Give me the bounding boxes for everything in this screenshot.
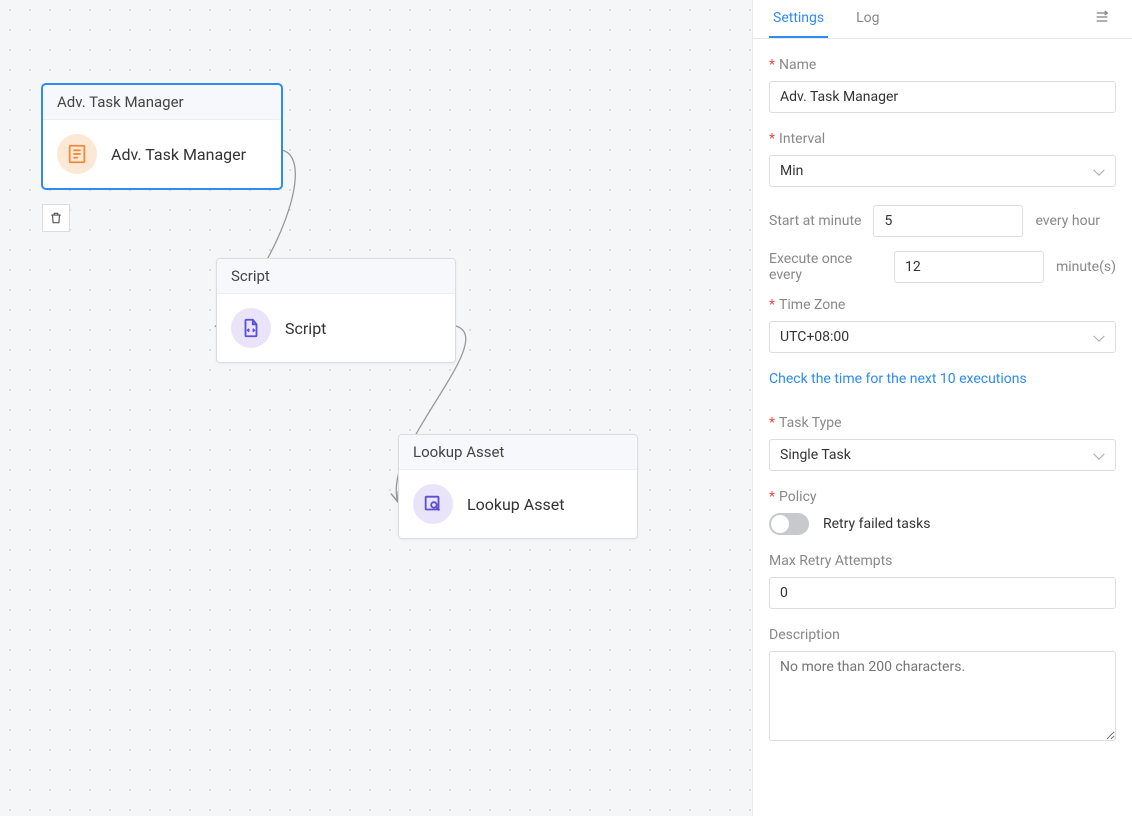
name-label: *Name xyxy=(769,57,1116,73)
interval-label: *Interval xyxy=(769,131,1116,147)
script-icon xyxy=(231,308,271,348)
trash-icon xyxy=(49,211,63,225)
check-executions-link[interactable]: Check the time for the next 10 execution… xyxy=(769,371,1027,387)
node-script[interactable]: Script Script xyxy=(216,258,456,363)
timezone-select[interactable]: UTC+08:00 xyxy=(769,321,1116,353)
retry-switch-label: Retry failed tasks xyxy=(823,516,930,532)
settings-panel: Settings Log *Name *Interval Min Start a… xyxy=(752,0,1132,816)
node-title: Script xyxy=(217,259,455,294)
policy-label: *Policy xyxy=(769,489,1116,505)
execute-every-prefix: Execute once every xyxy=(769,251,882,283)
tab-settings[interactable]: Settings xyxy=(769,0,828,38)
description-textarea[interactable] xyxy=(769,651,1116,741)
node-title: Adv. Task Manager xyxy=(43,85,281,120)
workflow-canvas[interactable]: Adv. Task Manager Adv. Task Manager Scri… xyxy=(0,0,752,816)
description-label: Description xyxy=(769,627,1116,643)
tasktype-select[interactable]: Single Task xyxy=(769,439,1116,471)
max-retry-input[interactable] xyxy=(769,577,1116,609)
retry-switch[interactable] xyxy=(769,513,809,535)
start-at-prefix: Start at minute xyxy=(769,213,861,229)
node-lookup-asset[interactable]: Lookup Asset Lookup Asset xyxy=(398,434,638,539)
start-at-minute-input[interactable] xyxy=(873,205,1023,237)
tasktype-label: *Task Type xyxy=(769,415,1116,431)
execute-every-input[interactable] xyxy=(894,251,1044,283)
name-input[interactable] xyxy=(769,81,1116,113)
execute-every-suffix: minute(s) xyxy=(1056,259,1116,275)
lookup-icon xyxy=(413,484,453,524)
delete-node-button[interactable] xyxy=(42,204,70,232)
panel-body: *Name *Interval Min Start at minute ever… xyxy=(753,39,1132,816)
node-title: Lookup Asset xyxy=(399,435,637,470)
node-adv-task-manager[interactable]: Adv. Task Manager Adv. Task Manager xyxy=(42,84,282,189)
node-label: Lookup Asset xyxy=(467,495,564,514)
panel-tabs: Settings Log xyxy=(753,0,1132,39)
max-retry-label: Max Retry Attempts xyxy=(769,553,1116,569)
interval-select[interactable]: Min xyxy=(769,155,1116,187)
node-label: Adv. Task Manager xyxy=(111,145,246,164)
collapse-icon xyxy=(1094,9,1110,25)
tab-log[interactable]: Log xyxy=(852,0,883,38)
start-at-suffix: every hour xyxy=(1035,213,1100,229)
form-icon xyxy=(57,134,97,174)
collapse-panel-button[interactable] xyxy=(1088,3,1116,35)
node-label: Script xyxy=(285,319,326,338)
timezone-label: *Time Zone xyxy=(769,297,1116,313)
